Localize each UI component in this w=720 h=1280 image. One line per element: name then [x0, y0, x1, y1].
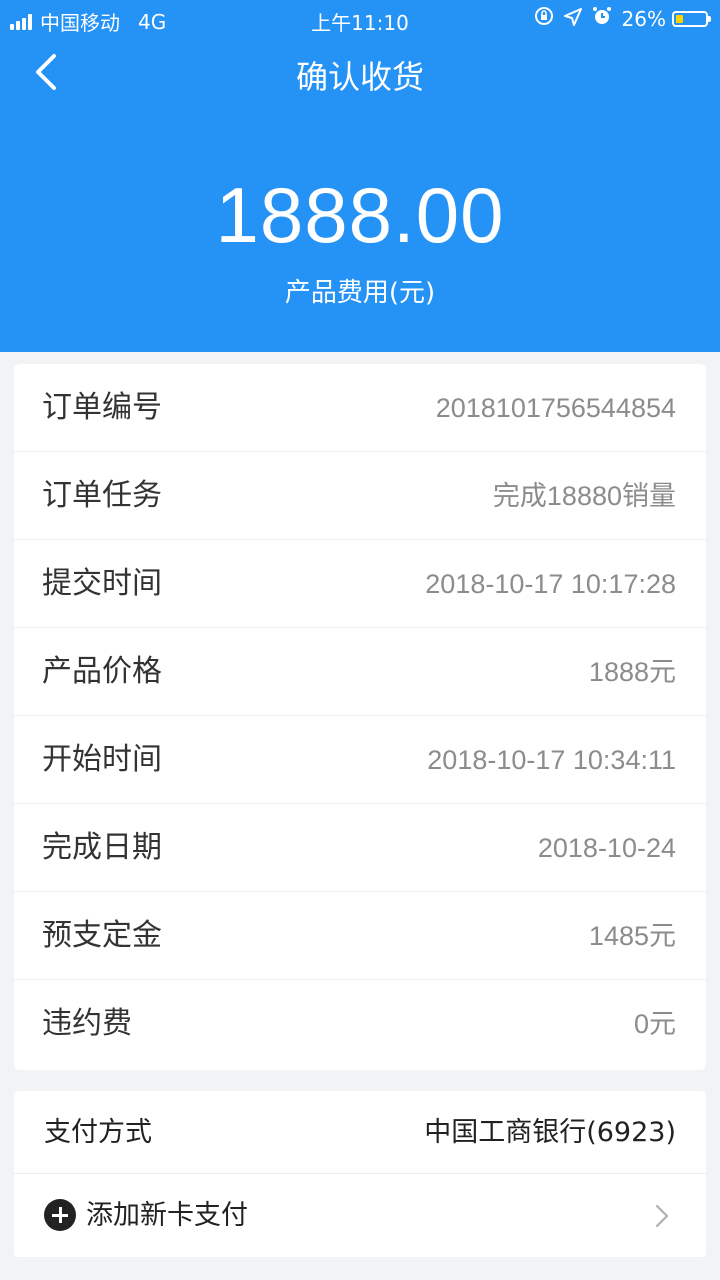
status-bar: 中国移动 4G 上午11:10 26%	[0, 0, 720, 38]
detail-label: 开始时间	[42, 742, 162, 777]
page-title: 确认收货	[295, 58, 424, 96]
battery-percent: 26%	[621, 6, 666, 31]
battery-level	[676, 14, 683, 23]
detail-value: 2018-10-17 10:17:28	[425, 569, 676, 599]
status-right: 26%	[534, 6, 711, 31]
detail-row-start-time: 开始时间 2018-10-17 10:34:11	[14, 716, 706, 804]
payment-method-label: 支付方式	[44, 1117, 152, 1148]
order-details-card: 订单编号 2018101756544854 订单任务 完成18880销量 提交时…	[14, 364, 706, 1070]
amount-value: 1888.00	[215, 171, 505, 259]
plus-circle-icon	[44, 1199, 76, 1231]
detail-value: 完成18880销量	[492, 481, 676, 511]
alarm-icon	[592, 6, 612, 31]
header-banner: 中国移动 4G 上午11:10 26% 确认收货 1888.00 产品费用(元)	[0, 0, 720, 352]
detail-value: 2018-10-17 10:34:11	[427, 745, 676, 775]
detail-value: 1888元	[588, 657, 676, 687]
detail-row-order-task: 订单任务 完成18880销量	[14, 452, 706, 540]
detail-label: 完成日期	[42, 830, 162, 865]
detail-label: 订单编号	[42, 390, 162, 425]
detail-row-complete-date: 完成日期 2018-10-24	[14, 804, 706, 892]
payment-method-value: 中国工商银行(6923)	[424, 1117, 676, 1148]
detail-row-penalty: 违约费 0元	[14, 980, 706, 1068]
detail-label: 预支定金	[42, 918, 162, 953]
detail-label: 产品价格	[42, 654, 162, 689]
battery-icon	[672, 10, 711, 27]
detail-value: 0元	[633, 1009, 676, 1039]
location-icon	[563, 7, 582, 31]
detail-row-deposit: 预支定金 1485元	[14, 892, 706, 980]
detail-row-submit-time: 提交时间 2018-10-17 10:17:28	[14, 540, 706, 628]
amount-label: 产品费用(元)	[284, 278, 436, 308]
chevron-right-icon	[655, 1204, 669, 1228]
detail-row-order-number: 订单编号 2018101756544854	[14, 364, 706, 452]
add-card-label: 添加新卡支付	[86, 1200, 248, 1231]
detail-label: 订单任务	[42, 478, 162, 513]
payment-card: 支付方式 中国工商银行(6923) 添加新卡支付	[14, 1091, 706, 1257]
detail-label: 违约费	[42, 1006, 132, 1041]
orientation-lock-icon	[534, 6, 554, 31]
payment-method-row[interactable]: 支付方式 中国工商银行(6923)	[14, 1091, 706, 1174]
detail-value: 2018101756544854	[435, 393, 676, 423]
detail-row-product-price: 产品价格 1888元	[14, 628, 706, 716]
detail-value: 2018-10-24	[537, 833, 676, 863]
add-card-row[interactable]: 添加新卡支付	[14, 1174, 706, 1257]
detail-label: 提交时间	[42, 566, 162, 601]
detail-value: 1485元	[588, 921, 676, 951]
